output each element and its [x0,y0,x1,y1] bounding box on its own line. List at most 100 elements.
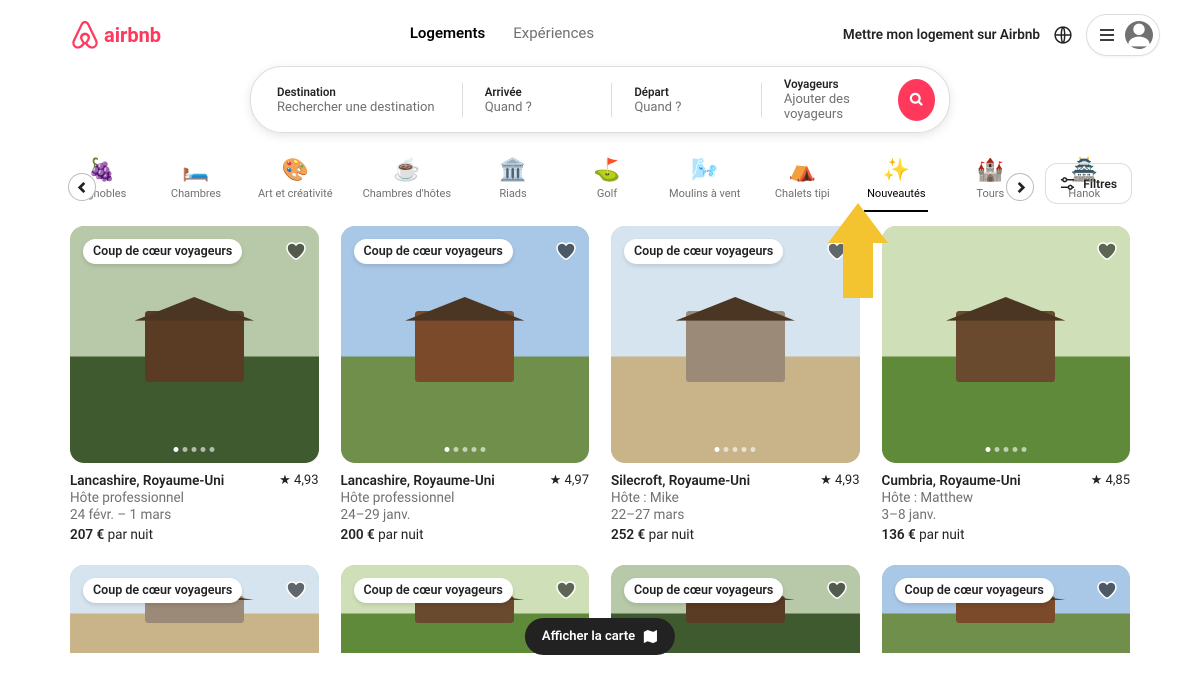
carousel-dots [444,447,485,452]
filters-button[interactable]: Filtres [1045,163,1132,204]
search-checkout[interactable]: Départ Quand ? [612,83,762,117]
category-prev-button[interactable] [68,173,96,201]
category-icon: ☕ [393,159,420,183]
filters-label: Filtres [1083,177,1117,191]
listing-price: 136 € par nuit [882,527,1131,543]
listing-host: Hôte professionnel [70,490,319,506]
map-button-label: Afficher la carte [542,629,635,644]
listing-card[interactable]: Coup de cœur voyageurs Lancashire, Royau… [341,226,590,543]
search-bar: Destination Rechercher une destination A… [250,66,950,133]
category-icon: ✨ [883,159,910,183]
category-art-et-cr-ativit-[interactable]: 🎨Art et créativité [258,159,333,212]
category-label: Moulins à vent [669,187,740,200]
listing-host: Hôte professionnel [341,490,590,506]
listing-dates: 22–27 mars [611,507,860,523]
category-label: Golf [597,187,617,200]
filters-icon [1060,176,1075,191]
user-menu[interactable] [1086,14,1160,56]
listing-title: Lancashire, Royaume-Uni [341,473,495,489]
listing-card[interactable]: Coup de cœur voyageurs Lancashire, Royau… [70,226,319,543]
wishlist-button[interactable] [553,238,577,262]
heart-icon [283,238,307,262]
listing-image[interactable]: Coup de cœur voyageurs [70,565,319,653]
logo[interactable]: airbnb [70,19,161,51]
listing-image[interactable] [882,226,1131,463]
listing-image[interactable]: Coup de cœur voyageurs [882,565,1131,653]
annotation-arrow [828,203,888,303]
carousel-dots [715,447,756,452]
listing-dates: 24–29 janv. [341,507,590,523]
category-label: Chambres d'hôtes [363,187,451,200]
heart-icon [553,577,577,601]
category-riads[interactable]: 🏛️ Riads [481,159,545,212]
map-icon [643,629,658,644]
nav-tabs: Logements Expériences [410,24,594,46]
menu-icon [1099,27,1115,43]
heart-icon [824,577,848,601]
guest-favorite-badge: Coup de cœur voyageurs [83,239,242,264]
listing-rating: ★ 4,93 [820,473,859,488]
listing-host: Hôte : Mike [611,490,860,506]
category-label: Chalets tipi [775,187,830,200]
chevron-right-icon [1015,182,1026,193]
listing-card[interactable]: Coup de cœur voyageurs [882,565,1131,653]
become-host-link[interactable]: Mettre mon logement sur Airbnb [843,27,1040,43]
listing-image[interactable]: Coup de cœur voyageurs [70,226,319,463]
listing-host: Hôte : Matthew [882,490,1131,506]
guest-favorite-badge: Coup de cœur voyageurs [354,578,513,603]
listing-title: Cumbria, Royaume-Uni [882,473,1021,489]
category-chambres-d-h-tes[interactable]: ☕ Chambres d'hôtes [363,159,451,212]
listing-rating: ★ 4,97 [550,473,589,488]
listing-price: 200 € par nuit [341,527,590,543]
listing-image[interactable]: Coup de cœur voyageurs [341,226,590,463]
wishlist-button[interactable] [824,577,848,601]
tab-logements[interactable]: Logements [410,24,485,46]
listing-card[interactable]: Cumbria, Royaume-Uni ★ 4,85 Hôte : Matth… [882,226,1131,543]
tab-experiences[interactable]: Expériences [513,24,594,46]
category-icon: 🛏️ [182,159,209,183]
search-button[interactable] [898,79,935,121]
wishlist-button[interactable] [1094,577,1118,601]
listing-image[interactable]: Coup de cœur voyageurs [611,226,860,463]
globe-icon[interactable] [1054,26,1072,44]
category-icon: ⛺ [789,159,816,183]
logo-text: airbnb [104,23,161,47]
category-golf[interactable]: ⛳ Golf [575,159,639,212]
wishlist-button[interactable] [553,577,577,601]
category-moulins-vent[interactable]: 🌬️ Moulins à vent [669,159,740,212]
search-checkin[interactable]: Arrivée Quand ? [463,83,613,117]
category-label: Nouveautés [867,187,925,200]
destination-value: Rechercher une destination [277,100,440,115]
wishlist-button[interactable] [283,238,307,262]
wishlist-button[interactable] [283,577,307,601]
listing-title: Lancashire, Royaume-Uni [70,473,224,489]
category-label: Chambres [171,187,221,200]
category-icon: ⛳ [593,159,620,183]
category-label: Riads [499,187,526,200]
category-icon: 🌬️ [691,159,718,183]
category-icon: 🏛️ [499,159,526,183]
avatar [1125,21,1153,49]
listing-price: 207 € par nuit [70,527,319,543]
listing-rating: ★ 4,93 [279,473,318,488]
wishlist-button[interactable] [1094,238,1118,262]
search-destination[interactable]: Destination Rechercher une destination [251,83,463,117]
airbnb-logo-icon [70,19,100,51]
checkin-label: Arrivée [485,85,590,99]
category-chambres[interactable]: 🛏️ Chambres [164,159,228,212]
listing-price: 252 € par nuit [611,527,860,543]
category-chalets-tipi[interactable]: ⛺ Chalets tipi [770,159,834,212]
guest-favorite-badge: Coup de cœur voyageurs [624,578,783,603]
checkout-label: Départ [634,85,739,99]
category-next-button[interactable] [1006,173,1034,201]
guest-favorite-badge: Coup de cœur voyageurs [83,578,242,603]
guests-value: Ajouter des voyageurs [784,92,898,122]
listing-card[interactable]: Coup de cœur voyageurs [70,565,319,653]
checkin-value: Quand ? [485,100,590,115]
listing-card[interactable]: Coup de cœur voyageurs Silecroft, Royaum… [611,226,860,543]
show-map-button[interactable]: Afficher la carte [525,618,675,655]
category-label: Art et créativité [258,187,333,200]
heart-icon [283,577,307,601]
search-guests[interactable]: Voyageurs Ajouter des voyageurs [762,75,939,124]
category-scroll[interactable]: 🍇Vignobles🛏️Chambres🎨Art et créativité☕C… [70,153,1130,212]
